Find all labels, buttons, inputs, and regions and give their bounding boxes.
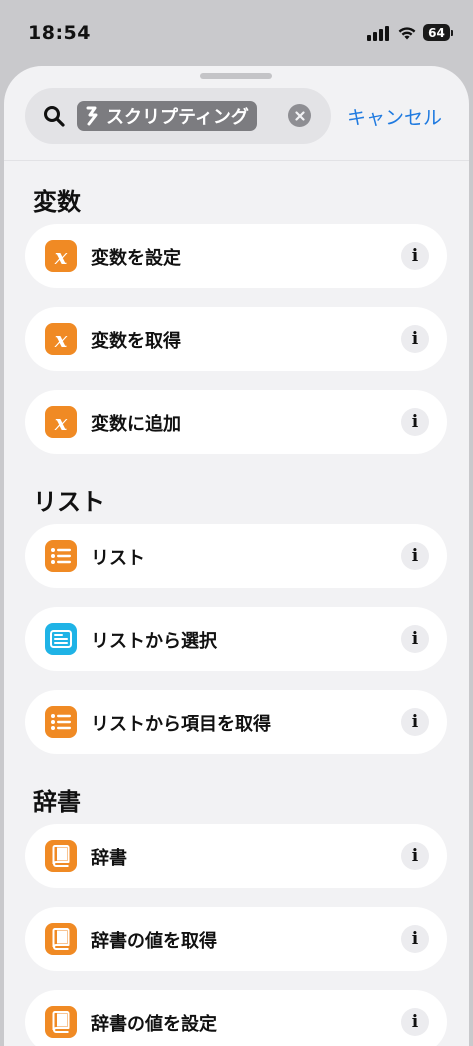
info-button[interactable]: i: [401, 1008, 429, 1036]
book-icon: [45, 1006, 77, 1038]
book-glyph: [52, 928, 70, 950]
action-row-list[interactable]: リスト i: [25, 524, 447, 588]
scripting-icon: [86, 106, 98, 126]
cancel-button[interactable]: キャンセル: [347, 103, 442, 130]
section-title-list: リスト: [33, 488, 105, 516]
book-glyph: [52, 1011, 70, 1033]
search-row: スクリプティング キャンセル: [4, 88, 469, 144]
list-icon: [45, 706, 77, 738]
book-glyph: [52, 845, 70, 867]
cellular-signal-icon: [367, 25, 389, 41]
info-button[interactable]: i: [401, 625, 429, 653]
action-label: 辞書の値を取得: [91, 931, 217, 952]
battery-level: 64: [423, 24, 450, 41]
battery-nub: [451, 29, 453, 36]
clear-search-icon[interactable]: [288, 104, 311, 127]
action-row-get-dictionary-value[interactable]: 辞書の値を取得 i: [25, 907, 447, 971]
action-label: 辞書の値を設定: [91, 1014, 217, 1035]
action-search-sheet: スクリプティング キャンセル 変数 x 変数を設定 i x 変数を取得 i x …: [4, 66, 469, 1046]
action-label: 変数を取得: [91, 331, 181, 352]
search-divider: [4, 160, 469, 161]
status-bar: 18:54 64: [0, 0, 473, 62]
variable-icon: x: [45, 406, 77, 438]
status-icons: 64: [367, 24, 453, 41]
info-button[interactable]: i: [401, 925, 429, 953]
action-label: 変数に追加: [91, 414, 181, 435]
info-button[interactable]: i: [401, 842, 429, 870]
list-glyph: [51, 714, 71, 730]
info-button[interactable]: i: [401, 542, 429, 570]
status-time: 18:54: [28, 22, 91, 44]
info-button[interactable]: i: [401, 708, 429, 736]
battery-indicator: 64: [423, 24, 453, 41]
variable-icon: x: [45, 323, 77, 355]
action-row-get-item-from-list[interactable]: リストから項目を取得 i: [25, 690, 447, 754]
action-label: リストから選択: [91, 631, 217, 652]
info-button[interactable]: i: [401, 408, 429, 436]
action-label: 辞書: [91, 848, 127, 869]
section-title-variables: 変数: [33, 188, 81, 216]
wifi-icon: [398, 26, 416, 39]
variable-icon: x: [45, 240, 77, 272]
action-row-get-variable[interactable]: x 変数を取得 i: [25, 307, 447, 371]
action-row-dictionary[interactable]: 辞書 i: [25, 824, 447, 888]
search-icon: [44, 106, 65, 127]
search-token-label: スクリプティング: [106, 107, 249, 128]
section-title-dictionary: 辞書: [33, 788, 81, 816]
search-token-scripting[interactable]: スクリプティング: [77, 101, 257, 131]
sheet-grabber[interactable]: [200, 73, 272, 79]
info-button[interactable]: i: [401, 242, 429, 270]
info-button[interactable]: i: [401, 325, 429, 353]
action-label: リストから項目を取得: [91, 714, 271, 735]
action-row-set-variable[interactable]: x 変数を設定 i: [25, 224, 447, 288]
close-icon: [294, 110, 305, 121]
book-icon: [45, 923, 77, 955]
list-glyph: [51, 548, 71, 564]
variable-glyph: x: [54, 326, 68, 352]
menu-glyph: [50, 630, 72, 648]
variable-glyph: x: [54, 243, 68, 269]
action-row-set-dictionary-value[interactable]: 辞書の値を設定 i: [25, 990, 447, 1046]
choose-from-list-icon: [45, 623, 77, 655]
book-icon: [45, 840, 77, 872]
search-field[interactable]: スクリプティング: [25, 88, 331, 144]
list-icon: [45, 540, 77, 572]
action-row-choose-from-list[interactable]: リストから選択 i: [25, 607, 447, 671]
action-row-add-to-variable[interactable]: x 変数に追加 i: [25, 390, 447, 454]
variable-glyph: x: [54, 409, 68, 435]
action-label: リスト: [91, 548, 145, 569]
action-label: 変数を設定: [91, 248, 181, 269]
